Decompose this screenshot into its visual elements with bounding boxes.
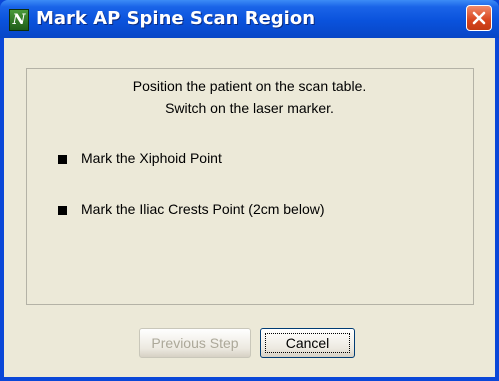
- cancel-button[interactable]: Cancel: [260, 328, 355, 358]
- close-icon: [472, 11, 486, 25]
- instruction-line-2: Switch on the laser marker.: [165, 100, 334, 116]
- step-label-xiphoid: Mark the Xiphoid Point: [81, 150, 222, 166]
- app-icon: N: [9, 9, 29, 31]
- window-title: Mark AP Spine Scan Region: [36, 8, 316, 29]
- title-bar[interactable]: N Mark AP Spine Scan Region: [0, 0, 499, 38]
- dialog-body: Position the patient on the scan table. …: [4, 38, 495, 377]
- focus-rectangle: [265, 333, 350, 353]
- step-label-iliac: Mark the Iliac Crests Point (2cm below): [81, 201, 325, 217]
- step-bullet-xiphoid: [58, 155, 67, 164]
- dialog-window: N Mark AP Spine Scan Region Position the…: [0, 0, 499, 381]
- step-bullet-iliac: [58, 206, 67, 215]
- previous-step-button[interactable]: Previous Step: [139, 328, 251, 358]
- close-button[interactable]: [466, 5, 492, 31]
- instruction-line-1: Position the patient on the scan table.: [132, 78, 367, 94]
